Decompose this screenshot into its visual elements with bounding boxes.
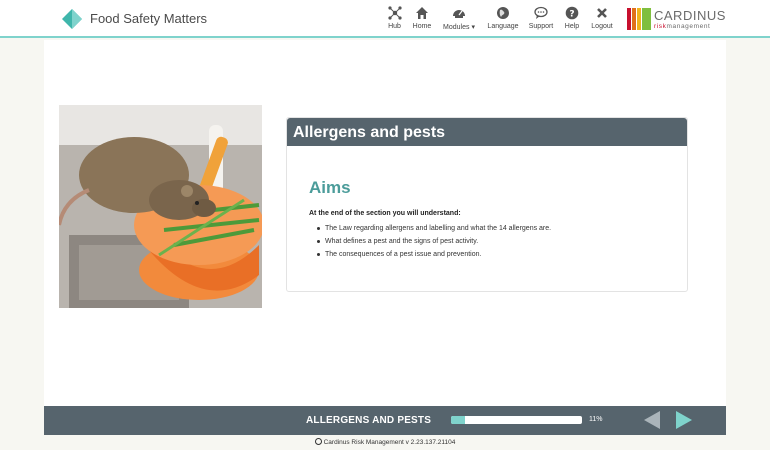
nav-hub[interactable]: Hub xyxy=(382,6,407,36)
nav-home-label: Home xyxy=(412,23,432,30)
content-panel: Allergens and pests Aims At the end of t… xyxy=(44,40,726,406)
content-card: Allergens and pests Aims At the end of t… xyxy=(286,117,688,292)
hub-icon xyxy=(387,6,402,20)
close-icon xyxy=(597,8,607,18)
svg-text:?: ? xyxy=(569,9,574,19)
chat-icon xyxy=(534,6,548,19)
top-header: Food Safety Matters Hub Home Modules ▾ L… xyxy=(0,0,770,38)
version-info: Cardinus Risk Management v 2.23.137.2110… xyxy=(0,438,770,446)
cardinus-logo-icon xyxy=(627,8,651,30)
aims-list-item: The consequences of a pest issue and pre… xyxy=(316,251,551,258)
aims-intro: At the end of the section you will under… xyxy=(309,210,461,217)
nav-help[interactable]: ? Help xyxy=(557,6,587,36)
help-icon: ? xyxy=(565,6,579,20)
nav-language[interactable]: Language xyxy=(481,6,525,36)
prev-arrow-icon[interactable] xyxy=(642,410,662,430)
brand-name: CARDINUS xyxy=(654,8,726,23)
nav-hub-label: Hub xyxy=(388,23,401,30)
aims-list: The Law regarding allergens and labellin… xyxy=(316,225,552,264)
rat-in-colander-image xyxy=(59,105,262,308)
app-logo-icon xyxy=(62,9,82,29)
progress-text: 11% xyxy=(589,416,603,423)
next-arrow-icon[interactable] xyxy=(674,410,694,430)
aims-list-item: The Law regarding allergens and labellin… xyxy=(316,225,552,232)
modules-icon xyxy=(453,10,465,18)
aims-list-item: What defines a pest and the signs of pes… xyxy=(316,238,551,245)
card-header: Allergens and pests xyxy=(287,118,687,146)
progress-bar xyxy=(451,416,582,424)
nav-support-label: Support xyxy=(528,23,554,30)
app-title: Food Safety Matters xyxy=(90,11,208,26)
home-icon xyxy=(416,7,428,19)
brand-subtitle: riskmanagement xyxy=(654,23,711,30)
top-nav: Hub Home Modules ▾ Language Support ? He… xyxy=(382,6,617,36)
nav-home[interactable]: Home xyxy=(407,6,437,36)
chevron-down-icon: ▾ xyxy=(471,24,475,31)
nav-support[interactable]: Support xyxy=(525,6,557,36)
nav-language-label: Language xyxy=(487,23,519,30)
globe-icon xyxy=(497,7,509,19)
nav-logout[interactable]: Logout xyxy=(587,6,617,36)
nav-help-label: Help xyxy=(564,23,580,30)
section-title: ALLERGENS AND PESTS xyxy=(306,415,432,426)
nav-logout-label: Logout xyxy=(591,23,613,30)
aims-heading: Aims xyxy=(309,178,351,197)
nav-modules[interactable]: Modules ▾ xyxy=(437,6,481,36)
copyright-icon xyxy=(314,438,322,445)
progress-fill xyxy=(451,416,466,424)
footer-bar: ALLERGENS AND PESTS 11% xyxy=(44,406,726,435)
nav-modules-label: Modules ▾ xyxy=(443,24,475,31)
